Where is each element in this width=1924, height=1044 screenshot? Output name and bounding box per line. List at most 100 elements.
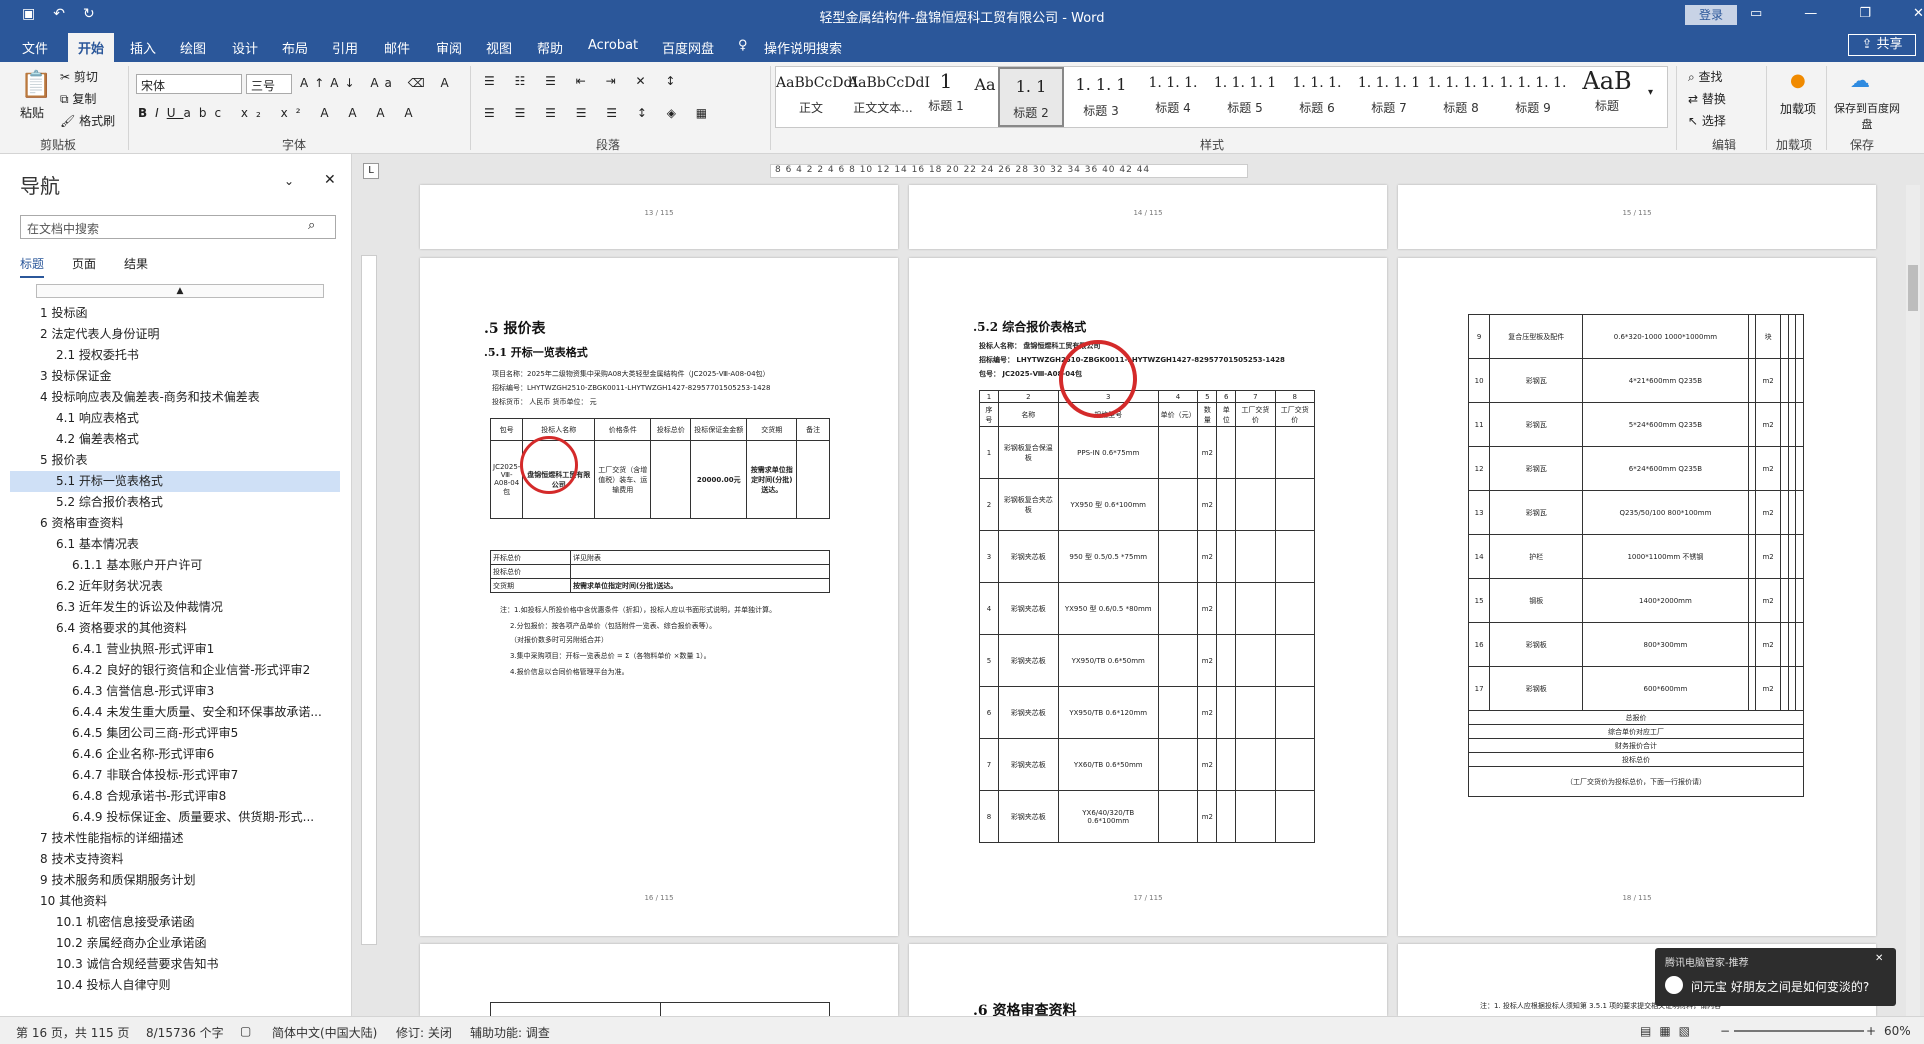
nav-heading-item[interactable]: 5.2 综合报价表格式 bbox=[10, 492, 340, 513]
nav-heading-item[interactable]: 6.4.4 未发生重大质量、安全和环保事故承诺... bbox=[10, 702, 340, 723]
nav-tab-headings[interactable]: 标题 bbox=[20, 255, 45, 278]
view-mode-icons[interactable]: ▤▦▧ bbox=[1640, 1024, 1698, 1038]
close-icon[interactable]: ✕ bbox=[1875, 953, 1883, 964]
nav-heading-item[interactable]: 6.2 近年财务状况表 bbox=[10, 576, 340, 597]
zoom-slider[interactable] bbox=[1734, 1030, 1864, 1032]
nav-heading-item[interactable]: 5.1 开标一览表格式 bbox=[10, 471, 340, 492]
nav-heading-item[interactable]: 10.3 诚信合规经营要求告知书 bbox=[10, 954, 340, 975]
login-button[interactable]: 登录 bbox=[1685, 5, 1737, 25]
tab-review[interactable]: 审阅 bbox=[436, 38, 462, 57]
nav-heading-item[interactable]: 6.1 基本情况表 bbox=[10, 534, 340, 555]
scrollbar-thumb[interactable] bbox=[1908, 265, 1918, 311]
nav-heading-item[interactable]: 1 投标函 bbox=[10, 303, 340, 324]
accessibility-status[interactable]: 辅助功能: 调查 bbox=[470, 1024, 550, 1041]
nav-heading-item[interactable]: 3 投标保证金 bbox=[10, 366, 340, 387]
font-size-combo[interactable]: 三号 bbox=[246, 74, 292, 94]
notification-popup[interactable]: 腾讯电脑管家-推荐 ✕ 问元宝 好朋友之间是如何变淡的? bbox=[1655, 948, 1896, 1006]
paste-button[interactable]: 粘贴 bbox=[20, 104, 44, 121]
track-changes[interactable]: 修订: 关闭 bbox=[396, 1024, 452, 1041]
tab-home[interactable]: 开始 bbox=[68, 33, 115, 62]
nav-heading-item[interactable]: 2.1 授权委托书 bbox=[10, 345, 340, 366]
nav-heading-item[interactable]: 6.4.3 信誉信息-形式评审3 bbox=[10, 681, 340, 702]
tab-insert[interactable]: 插入 bbox=[130, 38, 156, 57]
paste-icon[interactable]: 📋 bbox=[20, 70, 52, 100]
word-count[interactable]: 8/15736 个字 bbox=[146, 1024, 224, 1041]
style-heading-8[interactable]: 1. 1. 1. 1. 标题 8 bbox=[1426, 67, 1496, 127]
nav-heading-item[interactable]: 4 投标响应表及偏差表-商务和技术偏差表 bbox=[10, 387, 340, 408]
nav-heading-item[interactable]: 7 技术性能指标的详细描述 bbox=[10, 828, 340, 849]
save-to-baidu-button[interactable]: 保存到百度网盘 bbox=[1834, 100, 1900, 132]
find-button[interactable]: ⌕ 查找 bbox=[1688, 68, 1723, 85]
nav-heading-item[interactable]: 4.2 偏差表格式 bbox=[10, 429, 340, 450]
tab-view[interactable]: 视图 bbox=[486, 38, 512, 57]
tab-help[interactable]: 帮助 bbox=[537, 38, 563, 57]
nav-heading-item[interactable]: 10.1 机密信息接受承诺函 bbox=[10, 912, 340, 933]
style-heading-9[interactable]: 1. 1. 1. 1. 标题 9 bbox=[1498, 67, 1568, 127]
nav-heading-item[interactable]: 9 技术服务和质保期服务计划 bbox=[10, 870, 340, 891]
style-body-text[interactable]: AaBbCcDdI 正文文本... bbox=[848, 67, 930, 127]
style-heading-2[interactable]: 1. 1 标题 2 bbox=[998, 67, 1064, 127]
font-name-combo[interactable]: 宋体 bbox=[136, 74, 242, 94]
nav-heading-item[interactable]: 10 其他资料 bbox=[10, 891, 340, 912]
nav-heading-item[interactable]: 6.4.9 投标保证金、质量要求、供货期-形式... bbox=[10, 807, 340, 828]
nav-heading-item[interactable]: 4.1 响应表格式 bbox=[10, 408, 340, 429]
tab-references[interactable]: 引用 bbox=[332, 38, 358, 57]
addins-button[interactable]: 加载项 bbox=[1776, 100, 1820, 117]
addin-icon[interactable]: ● bbox=[1790, 70, 1806, 91]
tab-file[interactable]: 文件 bbox=[22, 38, 48, 57]
styles-more-icon[interactable]: ▾ bbox=[1648, 87, 1653, 98]
style-heading-7[interactable]: 1. 1. 1. 1 标题 7 bbox=[1354, 67, 1424, 127]
style-normal[interactable]: AaBbCcDdI 正文 bbox=[776, 67, 858, 127]
tab-layout[interactable]: 布局 bbox=[282, 38, 308, 57]
align-icons[interactable]: ☰ ☰ ☰ ☰ ☰ ↕ ◈ ▦ bbox=[484, 106, 715, 120]
nav-tab-pages[interactable]: 页面 bbox=[72, 255, 96, 278]
nav-heading-item[interactable]: 6.4.8 合规承诺书-形式评审8 bbox=[10, 786, 340, 807]
cut-button[interactable]: ✂ 剪切 bbox=[60, 68, 98, 85]
style-title-2[interactable]: AaB 标题 bbox=[1570, 67, 1644, 127]
zoom-in-icon[interactable]: + bbox=[1866, 1024, 1876, 1038]
nav-search-input[interactable]: 在文档中搜索 bbox=[20, 215, 336, 239]
replace-button[interactable]: ⇄ 替换 bbox=[1688, 90, 1726, 107]
copy-button[interactable]: ⧉ 复制 bbox=[60, 90, 96, 107]
nav-heading-item[interactable]: 6.4 资格要求的其他资料 bbox=[10, 618, 340, 639]
nav-tab-results[interactable]: 结果 bbox=[124, 255, 148, 278]
ribbon-display-icon[interactable]: ▭ bbox=[1750, 6, 1762, 21]
collapse-all-bar[interactable]: ▲ bbox=[36, 284, 324, 298]
tab-draw[interactable]: 绘图 bbox=[180, 38, 206, 57]
tab-baidu[interactable]: 百度网盘 bbox=[662, 38, 714, 57]
proofing-icon[interactable]: ▢ bbox=[240, 1024, 251, 1038]
nav-heading-item[interactable]: 2 法定代表人身份证明 bbox=[10, 324, 340, 345]
nav-heading-item[interactable]: 6.4.7 非联合体投标-形式评审7 bbox=[10, 765, 340, 786]
nav-heading-item[interactable]: 10.2 亲属经商办企业承诺函 bbox=[10, 933, 340, 954]
tell-me-search[interactable]: 操作说明搜索 bbox=[764, 38, 842, 57]
zoom-out-icon[interactable]: − bbox=[1720, 1024, 1730, 1038]
nav-heading-item[interactable]: 8 技术支持资料 bbox=[10, 849, 340, 870]
tab-mailings[interactable]: 邮件 bbox=[384, 38, 410, 57]
style-title[interactable]: Aa bbox=[972, 67, 998, 127]
nav-heading-item[interactable]: 6.4.6 企业名称-形式评审6 bbox=[10, 744, 340, 765]
format-painter-button[interactable]: 🖌 格式刷 bbox=[60, 112, 115, 129]
style-heading-6[interactable]: 1. 1. 1. 标题 6 bbox=[1282, 67, 1352, 127]
list-icons[interactable]: ☰ ☷ ☰ ⇤ ⇥ ✕ ↕ bbox=[484, 74, 683, 88]
style-heading-1[interactable]: 1 标题 1 bbox=[920, 67, 972, 127]
font-format-icons[interactable]: BIUabc x₂ x² A A A A bbox=[138, 106, 421, 120]
nav-heading-item[interactable]: 6.4.1 营业执照-形式评审1 bbox=[10, 639, 340, 660]
share-button[interactable]: ⇪ 共享 bbox=[1848, 34, 1916, 56]
vertical-scrollbar[interactable] bbox=[1906, 185, 1920, 1016]
search-icon[interactable]: ⌕ bbox=[308, 218, 315, 233]
font-grow-shrink-icons[interactable]: A↑A↓ Aa ⌫ A bbox=[300, 76, 455, 90]
tab-acrobat[interactable]: Acrobat bbox=[588, 38, 638, 53]
language[interactable]: 简体中文(中国大陆) bbox=[272, 1024, 377, 1041]
tab-selector-icon[interactable]: L bbox=[363, 163, 379, 179]
zoom-level[interactable]: 60% bbox=[1884, 1024, 1911, 1038]
tab-design[interactable]: 设计 bbox=[232, 38, 258, 57]
nav-heading-item[interactable]: 10.4 投标人自律守则 bbox=[10, 975, 340, 996]
close-icon[interactable]: ✕ bbox=[324, 172, 336, 188]
nav-heading-item[interactable]: 5 报价表 bbox=[10, 450, 340, 471]
minimize-icon[interactable]: — bbox=[1804, 6, 1817, 21]
nav-heading-item[interactable]: 6 资格审查资料 bbox=[10, 513, 340, 534]
chevron-down-icon[interactable]: ⌄ bbox=[284, 174, 294, 188]
baidu-cloud-icon[interactable]: ☁ bbox=[1850, 68, 1870, 92]
style-heading-3[interactable]: 1. 1. 1 标题 3 bbox=[1066, 67, 1136, 127]
nav-heading-item[interactable]: 6.4.2 良好的银行资信和企业信誉-形式评审2 bbox=[10, 660, 340, 681]
